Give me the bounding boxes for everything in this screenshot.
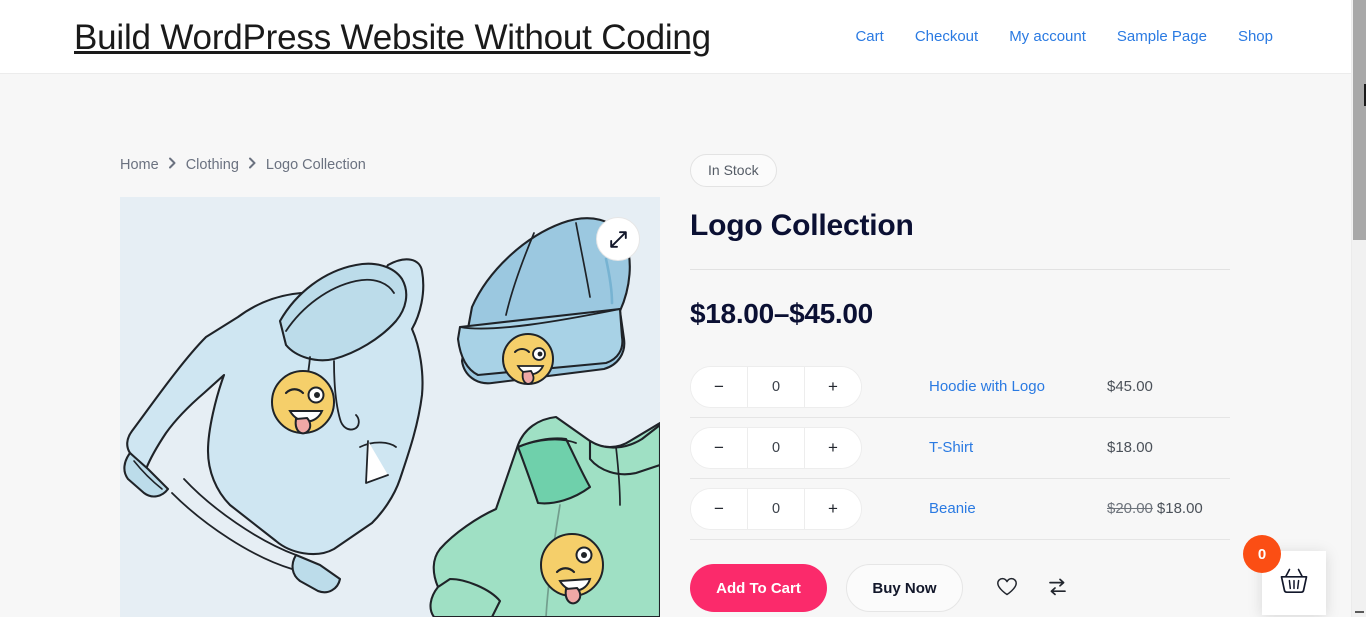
table-row: − 0 + Hoodie with Logo $45.00 (690, 357, 1230, 418)
page-title: Logo Collection (690, 209, 914, 242)
quantity-value[interactable]: 0 (748, 367, 804, 407)
product-image (120, 197, 660, 617)
variation-current-price: $45.00 (1107, 378, 1153, 395)
shopping-basket-icon (1279, 567, 1309, 600)
breadcrumb-item-clothing[interactable]: Clothing (186, 155, 239, 175)
main-navigation: Cart Checkout My account Sample Page Sho… (855, 27, 1273, 47)
main-content: Home Clothing Logo Collection In Stock L… (0, 74, 1351, 617)
quantity-value[interactable]: 0 (748, 489, 804, 529)
quantity-stepper[interactable]: − 0 + (690, 366, 862, 408)
product-price-range: $18.00–$45.00 (690, 298, 873, 329)
breadcrumb-item-current: Logo Collection (265, 157, 366, 173)
variation-price: $20.00 $18.00 (1107, 499, 1203, 519)
site-title[interactable]: Build WordPress Website Without Coding (74, 16, 711, 60)
buy-now-button[interactable]: Buy Now (846, 564, 963, 612)
quantity-stepper[interactable]: − 0 + (690, 427, 862, 469)
image-zoom-button[interactable] (596, 217, 640, 261)
heart-icon (996, 577, 1018, 600)
wishlist-button[interactable] (994, 575, 1020, 601)
quantity-increment-button[interactable]: + (804, 489, 861, 529)
product-actions: Add To Cart Buy Now (690, 564, 1230, 612)
variation-sale-price: $18.00 (1156, 500, 1203, 517)
add-to-cart-button[interactable]: Add To Cart (690, 564, 827, 612)
variation-current-price: $18.00 (1107, 439, 1153, 456)
product-gallery[interactable] (120, 197, 660, 617)
scrollbar-down-arrow[interactable] (1355, 611, 1364, 613)
nav-item-cart[interactable]: Cart (855, 27, 883, 47)
chevron-right-icon (168, 155, 177, 175)
product-summary: In Stock Logo Collection $18.00–$45.00 −… (690, 154, 1230, 612)
expand-arrows-icon (609, 230, 628, 249)
variation-price: $45.00 (1107, 377, 1153, 397)
nav-item-my-account[interactable]: My account (1009, 27, 1086, 47)
quantity-increment-button[interactable]: + (804, 428, 861, 468)
breadcrumb: Home Clothing Logo Collection (120, 155, 366, 175)
quantity-decrement-button[interactable]: − (691, 489, 748, 529)
variation-original-price: $20.00 (1107, 500, 1153, 517)
chevron-right-icon-2 (248, 155, 257, 175)
nav-item-sample-page[interactable]: Sample Page (1117, 27, 1207, 47)
variation-link-hoodie-with-logo[interactable]: Hoodie with Logo (929, 377, 1107, 397)
quantity-value[interactable]: 0 (748, 428, 804, 468)
table-row: − 0 + T-Shirt $18.00 (690, 418, 1230, 479)
summary-divider-top (690, 269, 1230, 270)
quantity-increment-button[interactable]: + (804, 367, 861, 407)
breadcrumb-item-home[interactable]: Home (120, 155, 159, 175)
scrollbar-thumb[interactable] (1353, 0, 1366, 240)
variation-link-beanie[interactable]: Beanie (929, 499, 1107, 519)
table-row: − 0 + Beanie $20.00 $18.00 (690, 479, 1230, 540)
nav-item-checkout[interactable]: Checkout (915, 27, 978, 47)
variation-list: − 0 + Hoodie with Logo $45.00 − 0 + T-Sh… (690, 357, 1230, 540)
compare-arrows-icon (1047, 577, 1068, 600)
cart-count-badge: 0 (1243, 535, 1281, 573)
compare-button[interactable] (1044, 575, 1070, 601)
variation-price: $18.00 (1107, 438, 1153, 458)
status-badge: In Stock (690, 154, 777, 187)
quantity-decrement-button[interactable]: − (691, 428, 748, 468)
nav-item-shop[interactable]: Shop (1238, 27, 1273, 47)
quantity-stepper[interactable]: − 0 + (690, 488, 862, 530)
quantity-decrement-button[interactable]: − (691, 367, 748, 407)
browser-viewport: Build WordPress Website Without Coding C… (0, 0, 1366, 617)
variation-link-t-shirt[interactable]: T-Shirt (929, 438, 1107, 458)
site-header: Build WordPress Website Without Coding C… (0, 0, 1351, 74)
